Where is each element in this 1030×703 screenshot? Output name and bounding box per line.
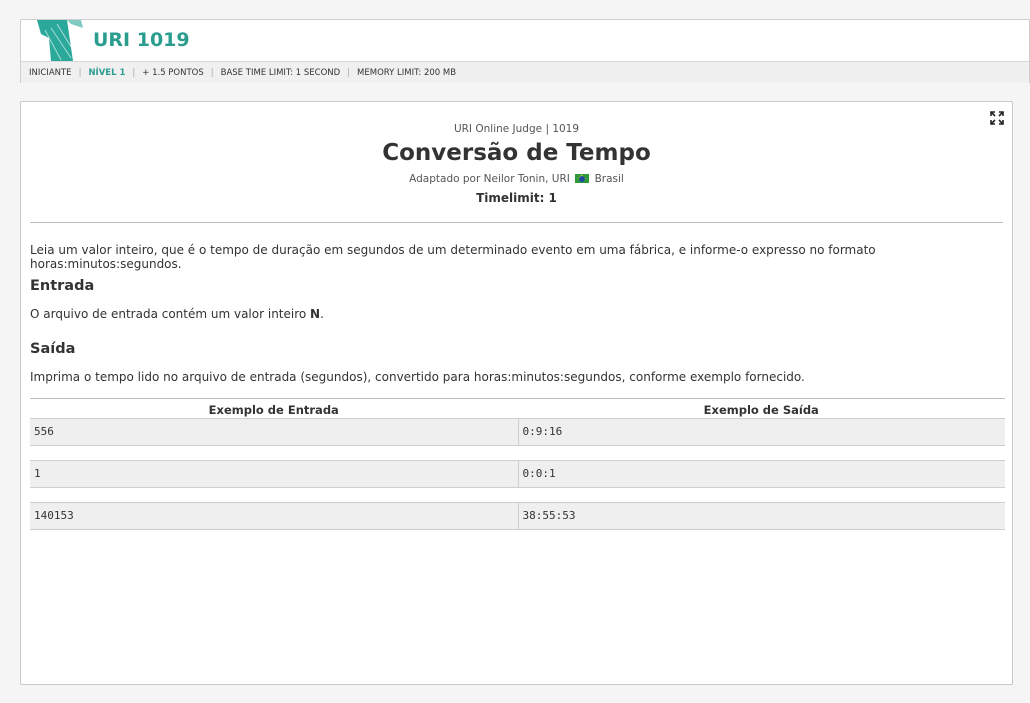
sample-input[interactable]: 140153 <box>30 503 518 529</box>
output-heading: Saída <box>30 341 76 357</box>
sample-row: 556 0:9:16 <box>30 418 1005 446</box>
input-text: O arquivo de entrada contém um valor int… <box>30 307 311 321</box>
author-line: Adaptado por Neilor Tonin, URI Brasil <box>21 173 1012 185</box>
input-variable: N <box>310 307 321 321</box>
sample-row: 1 0:0:1 <box>30 460 1005 488</box>
input-text-end: . <box>320 307 324 321</box>
sample-input[interactable]: 556 <box>30 419 518 445</box>
sample-output-header: Exemplo de Saída <box>703 403 819 417</box>
timelimit: Timelimit: 1 <box>476 191 557 205</box>
input-heading: Entrada <box>30 278 95 294</box>
meta-points: + 1.5 PONTOS <box>142 67 204 78</box>
problem-meta-bar: INICIANTE | NÍVEL 1 | + 1.5 PONTOS | BAS… <box>21 61 1029 83</box>
country-name: Brasil <box>594 173 624 185</box>
divider <box>30 222 1003 223</box>
sample-output[interactable]: 0:0:1 <box>517 461 1006 487</box>
sample-row: 140153 38:55:53 <box>30 502 1005 530</box>
meta-separator: | <box>78 67 82 78</box>
samples-header-row: Exemplo de Entrada Exemplo de Saída <box>30 398 1005 418</box>
sample-output[interactable]: 0:9:16 <box>517 419 1006 445</box>
problem-code-title: URI 1019 <box>93 29 190 51</box>
problem-description: Leia um valor inteiro, que é o tempo de … <box>30 243 876 271</box>
input-description: O arquivo de entrada contém um valor int… <box>30 307 1003 321</box>
meta-category[interactable]: INICIANTE <box>29 68 72 78</box>
meta-separator: | <box>210 67 214 78</box>
judge-line: URI Online Judge | 1019 <box>453 123 580 135</box>
problem-header: URI 1019 INICIANTE | NÍVEL 1 | + 1.5 PON… <box>20 19 1030 83</box>
meta-level[interactable]: NÍVEL 1 <box>88 68 125 78</box>
page-title: Conversão de Tempo <box>382 140 651 166</box>
problem-statement-card: URI Online Judge | 1019 Conversão de Tem… <box>20 101 1013 685</box>
sample-input-header: Exemplo de Entrada <box>208 403 339 417</box>
output-description: Imprima o tempo lido no arquivo de entra… <box>30 370 805 384</box>
meta-separator: | <box>132 67 136 78</box>
meta-separator: | <box>347 67 351 78</box>
meta-time-limit: BASE TIME LIMIT: 1 SECOND <box>220 67 341 78</box>
author-text: Adaptado por Neilor Tonin, URI <box>409 173 570 185</box>
samples-table: Exemplo de Entrada Exemplo de Saída 556 … <box>30 398 1005 544</box>
brazil-flag-icon <box>575 174 590 183</box>
sample-input[interactable]: 1 <box>30 461 518 487</box>
uri-logo-icon <box>37 20 83 61</box>
sample-output[interactable]: 38:55:53 <box>517 503 1006 529</box>
meta-memory-limit: MEMORY LIMIT: 200 MB <box>357 67 457 78</box>
